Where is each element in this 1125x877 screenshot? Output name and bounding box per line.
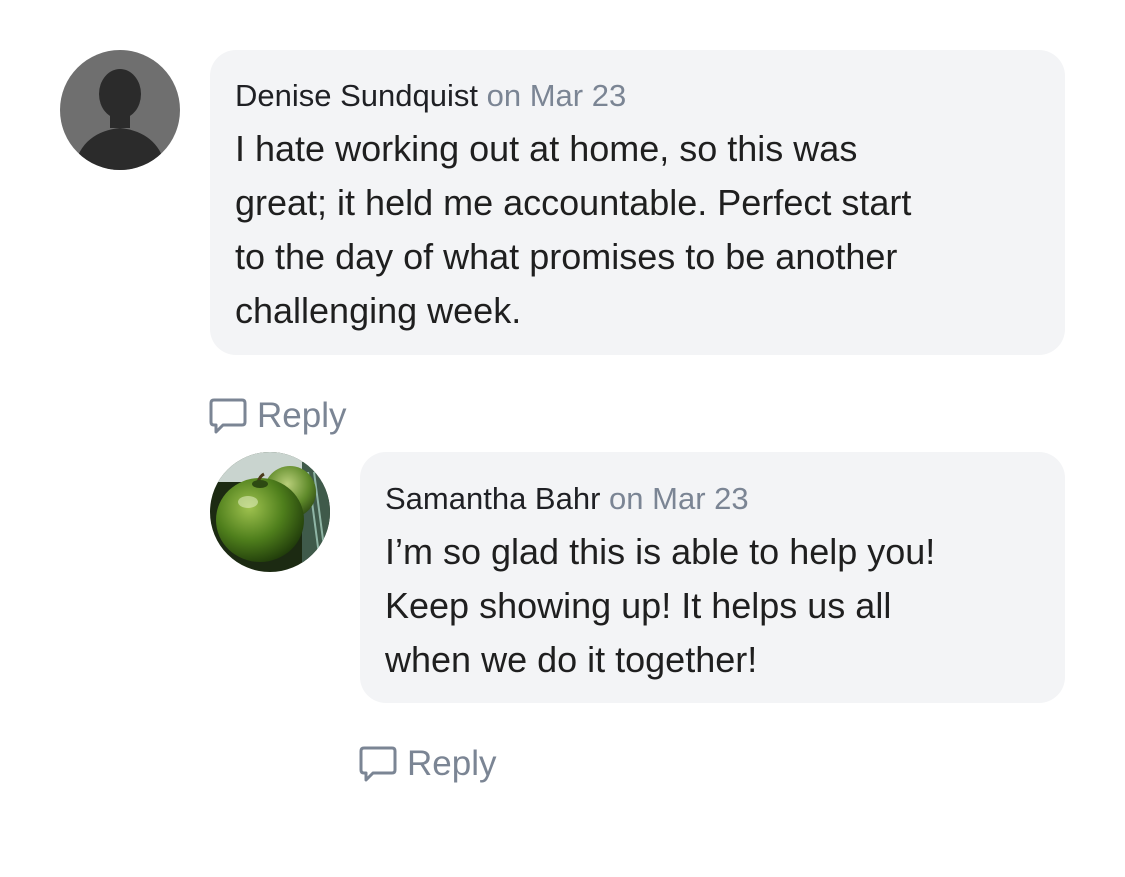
comment-meta: Samantha Bahr on Mar 23	[385, 479, 1039, 519]
avatar[interactable]	[210, 452, 330, 572]
reply-label: Reply	[407, 744, 497, 783]
comment-bubble: Denise Sundquist on Mar 23 I hate workin…	[210, 50, 1065, 355]
comment-text-line: when we do it together!	[385, 639, 758, 680]
reply-comment-bubble: Samantha Bahr on Mar 23 I’m so glad this…	[360, 452, 1065, 703]
comment-text-line: I hate working out at home, so this was	[235, 128, 858, 169]
comment-text: I hate working out at home, so this was …	[235, 122, 1039, 338]
comment-text-line: challenging week.	[235, 290, 522, 331]
comment-text-line: great; it held me accountable. Perfect s…	[235, 182, 912, 223]
reply-button[interactable]: Reply	[209, 396, 346, 436]
comment-text-line: Keep showing up! It helps us all	[385, 585, 892, 626]
comment-text-line: I’m so glad this is able to help you!	[385, 531, 936, 572]
comment-author[interactable]: Samantha Bahr	[385, 481, 600, 516]
speech-bubble-icon	[359, 746, 397, 782]
speech-bubble-icon	[209, 398, 247, 434]
comment-text-line: to the day of what promises to be anothe…	[235, 236, 898, 277]
reply-button[interactable]: Reply	[359, 744, 496, 784]
green-apple-photo-icon	[210, 452, 330, 572]
reply-label: Reply	[257, 396, 347, 435]
person-silhouette-icon	[60, 50, 180, 170]
comment-date: on Mar 23	[486, 78, 627, 113]
comment-date: on Mar 23	[609, 481, 749, 516]
avatar[interactable]	[60, 50, 180, 170]
comment-thread: Denise Sundquist on Mar 23 I hate workin…	[0, 0, 1125, 877]
comment-meta: Denise Sundquist on Mar 23	[235, 76, 1039, 116]
comment-author[interactable]: Denise Sundquist	[235, 78, 478, 113]
comment-text: I’m so glad this is able to help you! Ke…	[385, 525, 1039, 687]
